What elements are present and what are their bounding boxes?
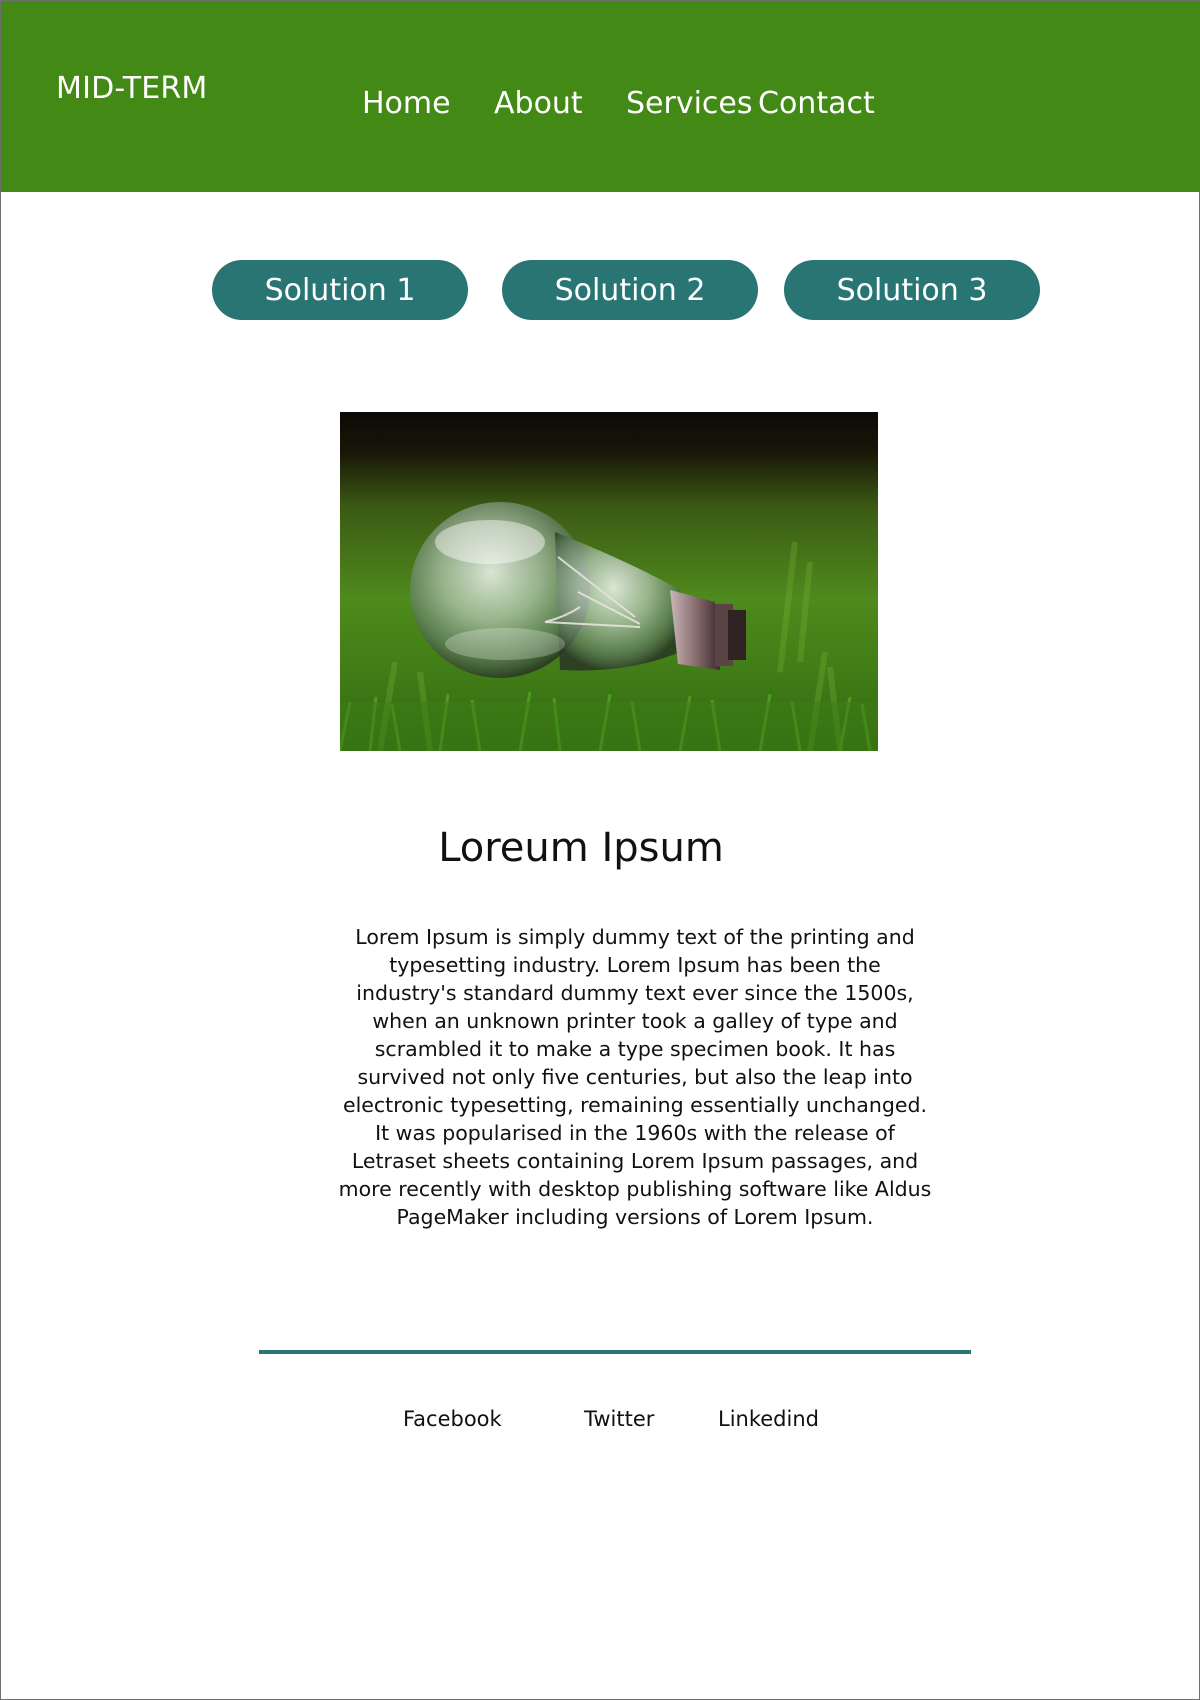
footer-facebook-link[interactable]: Facebook: [403, 1407, 502, 1431]
site-header: MID-TERM Home About Services Contact: [1, 1, 1200, 192]
footer-linkedin-link[interactable]: Linkedind: [718, 1407, 819, 1431]
nav-services-link[interactable]: Services: [626, 86, 753, 121]
footer-divider: [259, 1350, 971, 1354]
content-title: Loreum Ipsum: [438, 825, 724, 871]
nav-about-link[interactable]: About: [494, 86, 583, 121]
site-logo-text[interactable]: MID-TERM: [56, 71, 208, 106]
lightbulb-photo-illustration: [340, 412, 878, 751]
nav-contact-link[interactable]: Contact: [758, 86, 875, 121]
footer-twitter-link[interactable]: Twitter: [584, 1407, 654, 1431]
solution-2-button[interactable]: Solution 2: [502, 260, 758, 320]
content-paragraph: Lorem Ipsum is simply dummy text of the …: [338, 925, 932, 1229]
solution-1-button[interactable]: Solution 1: [212, 260, 468, 320]
hero-image-lightbulb: [340, 412, 878, 751]
page-frame: MID-TERM Home About Services Contact Sol…: [0, 0, 1200, 1700]
nav-home-link[interactable]: Home: [362, 86, 451, 121]
solution-3-button[interactable]: Solution 3: [784, 260, 1040, 320]
